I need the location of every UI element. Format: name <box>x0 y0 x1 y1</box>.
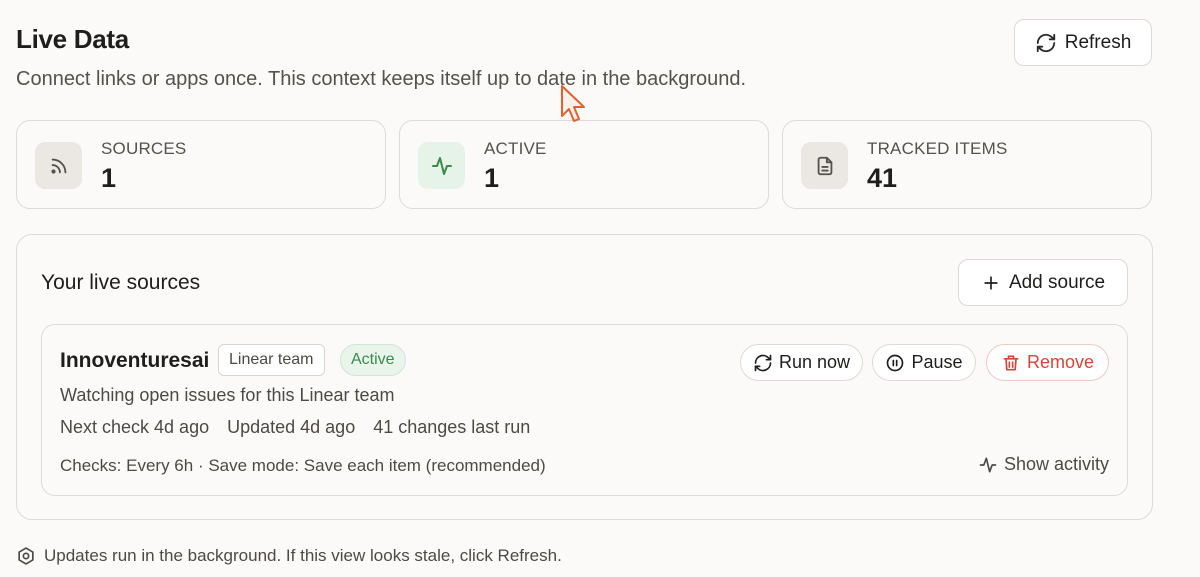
page-title: Live Data <box>16 24 129 54</box>
live-sources-panel: Your live sources Add source Innoventure… <box>16 234 1153 520</box>
stat-value: 41 <box>867 163 898 193</box>
stat-value: 1 <box>484 163 500 193</box>
source-type-badge: Linear team <box>218 344 325 376</box>
run-now-button[interactable]: Run now <box>740 344 863 381</box>
pause-button[interactable]: Pause <box>872 344 976 381</box>
footer-note: Updates run in the background. If this v… <box>16 546 562 566</box>
next-check-text: Next check 4d ago <box>60 417 210 437</box>
updated-text: Updated 4d ago <box>227 417 356 437</box>
source-config: Checks: Every 6h · Save mode: Save each … <box>60 456 546 475</box>
document-icon <box>801 142 848 189</box>
add-source-label: Add source <box>1008 271 1106 293</box>
show-activity-label: Show activity <box>1003 454 1109 474</box>
stat-value: 1 <box>101 163 117 193</box>
rss-icon <box>35 142 82 189</box>
activity-icon <box>418 142 465 189</box>
remove-button[interactable]: Remove <box>986 344 1109 381</box>
stat-label: SOURCES <box>101 139 187 158</box>
stat-label: TRACKED ITEMS <box>867 139 1008 158</box>
activity-icon <box>978 455 998 475</box>
changes-text: 41 changes last run <box>373 417 531 437</box>
plus-icon <box>981 273 1001 293</box>
panel-title: Your live sources <box>41 271 201 294</box>
add-source-button[interactable]: Add source <box>958 259 1128 306</box>
settings-icon <box>16 546 36 566</box>
stat-card-sources: SOURCES 1 <box>16 120 386 209</box>
stat-label: ACTIVE <box>484 139 547 158</box>
status-badge: Active <box>340 344 406 376</box>
stat-card-tracked-items: TRACKED ITEMS 41 <box>782 120 1152 209</box>
trash-icon <box>1001 353 1021 373</box>
source-description: Watching open issues for this Linear tea… <box>60 385 395 405</box>
remove-label: Remove <box>1026 352 1095 372</box>
refresh-icon <box>753 353 773 373</box>
stat-card-active: ACTIVE 1 <box>399 120 769 209</box>
page-subtitle: Connect links or apps once. This context… <box>16 68 747 90</box>
refresh-icon <box>1035 32 1057 54</box>
show-activity-link[interactable]: Show activity <box>978 454 1109 475</box>
refresh-label: Refresh <box>1064 31 1132 53</box>
footer-note-text: Updates run in the background. If this v… <box>44 546 562 565</box>
run-now-label: Run now <box>778 352 851 372</box>
source-meta: Next check 4d ago Updated 4d ago 41 chan… <box>60 417 530 438</box>
pause-icon <box>885 353 905 373</box>
source-card: Innoventuresai Linear team Active Run no… <box>41 324 1128 496</box>
source-name: Innoventuresai <box>60 349 210 372</box>
pause-label: Pause <box>911 352 963 372</box>
refresh-button[interactable]: Refresh <box>1014 19 1152 66</box>
